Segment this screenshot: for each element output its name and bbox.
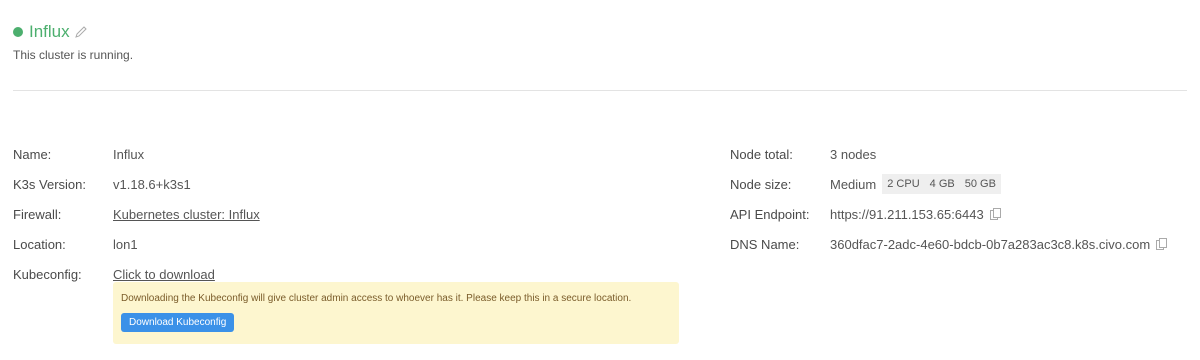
detail-row-name: Name: Influx — [13, 139, 260, 169]
cpu-chip: 2 CPU — [882, 174, 925, 194]
detail-value-name: Influx — [113, 146, 145, 162]
detail-value-dns-name: 360dfac7-2adc-4e60-bdcb-0b7a283ac3c8.k8s… — [830, 236, 1168, 252]
download-kubeconfig-button[interactable]: Download Kubeconfig — [121, 313, 235, 332]
node-size-chips: 2 CPU 4 GB 50 GB — [882, 174, 1001, 194]
copy-icon[interactable] — [989, 208, 1001, 220]
details-left: Name: Influx K3s Version: v1.18.6+k3s1 F… — [13, 139, 260, 289]
kubeconfig-warning: Downloading the Kubeconfig will give clu… — [113, 282, 679, 344]
detail-label: DNS Name: — [730, 236, 800, 252]
detail-label: Node total: — [730, 146, 793, 162]
detail-row-k3s-version: K3s Version: v1.18.6+k3s1 — [13, 169, 260, 199]
detail-label: Node size: — [730, 176, 792, 192]
memory-chip: 4 GB — [924, 174, 960, 194]
detail-row-node-total: Node total: 3 nodes — [730, 139, 1167, 169]
detail-label: Kubeconfig: — [13, 266, 82, 282]
detail-row-api-endpoint: API Endpoint: https://91.211.153.65:6443 — [730, 199, 1167, 229]
detail-row-location: Location: lon1 — [13, 229, 260, 259]
disk-chip: 50 GB — [959, 174, 1001, 194]
detail-value-k3s-version: v1.18.6+k3s1 — [113, 176, 191, 192]
detail-row-dns-name: DNS Name: 360dfac7-2adc-4e60-bdcb-0b7a28… — [730, 229, 1168, 259]
node-size-name: Medium — [830, 176, 877, 192]
api-endpoint-text: https://91.211.153.65:6443 — [830, 206, 984, 222]
pencil-icon[interactable] — [74, 25, 88, 39]
dns-name-text: 360dfac7-2adc-4e60-bdcb-0b7a283ac3c8.k8s… — [830, 236, 1151, 252]
detail-value-node-size: Medium 2 CPU 4 GB 50 GB — [830, 174, 1001, 194]
detail-label: K3s Version: — [13, 176, 86, 192]
kubeconfig-download-link[interactable]: Click to download — [113, 267, 215, 282]
status-indicator — [13, 27, 23, 37]
cluster-status-text: This cluster is running. — [13, 48, 134, 62]
detail-row-firewall: Firewall: Kubernetes cluster: Influx — [13, 199, 260, 229]
copy-icon[interactable] — [1156, 238, 1168, 250]
cluster-detail-page: Influx This cluster is running. Name: In… — [0, 0, 1200, 360]
details-right: Node total: 3 nodes Node size: Medium 2 … — [730, 139, 1168, 259]
firewall-link[interactable]: Kubernetes cluster: Influx — [113, 207, 260, 222]
detail-label: Firewall: — [13, 206, 62, 222]
detail-row-node-size: Node size: Medium 2 CPU 4 GB 50 GB — [730, 169, 1167, 199]
detail-label: Name: — [13, 146, 52, 162]
detail-value-api-endpoint: https://91.211.153.65:6443 — [830, 207, 1001, 222]
detail-label: API Endpoint: — [730, 206, 810, 222]
divider — [13, 90, 1187, 91]
cluster-title: Influx — [29, 22, 70, 41]
detail-value-node-total: 3 nodes — [830, 146, 877, 162]
detail-label: Location: — [13, 236, 66, 252]
kubeconfig-warning-text: Downloading the Kubeconfig will give clu… — [121, 293, 632, 304]
detail-value-location: lon1 — [113, 236, 138, 252]
cluster-title-row: Influx — [13, 22, 88, 42]
